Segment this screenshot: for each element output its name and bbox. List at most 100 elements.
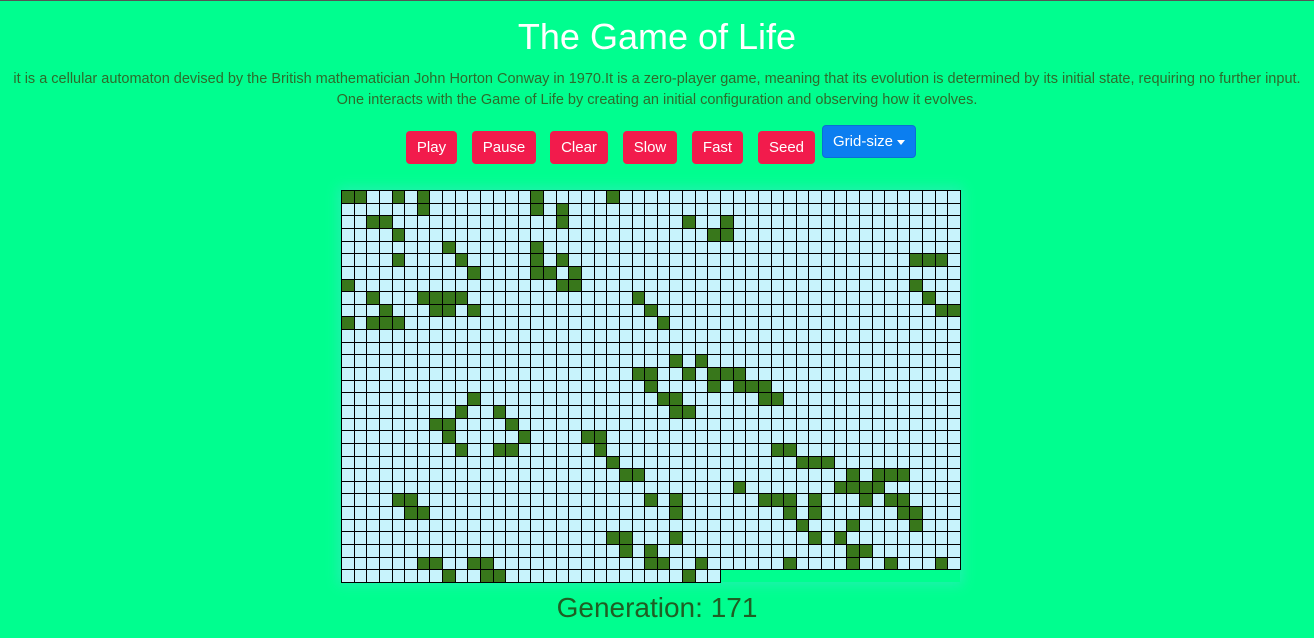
- grid-cell[interactable]: [416, 316, 431, 331]
- grid-cell[interactable]: [732, 442, 747, 457]
- grid-cell[interactable]: [416, 291, 431, 305]
- grid-cell[interactable]: [694, 493, 709, 508]
- grid-cell[interactable]: [808, 316, 823, 331]
- grid-cell[interactable]: [593, 518, 608, 533]
- grid-cell[interactable]: [543, 227, 557, 242]
- grid-cell[interactable]: [795, 367, 810, 381]
- grid-cell[interactable]: [517, 354, 532, 369]
- grid-cell[interactable]: [808, 291, 823, 305]
- grid-cell[interactable]: [555, 354, 570, 369]
- grid-cell[interactable]: [517, 367, 532, 381]
- grid-cell[interactable]: [644, 392, 658, 406]
- grid-cell[interactable]: [467, 227, 481, 242]
- grid-cell[interactable]: [808, 227, 823, 242]
- grid-cell[interactable]: [669, 544, 684, 558]
- grid-cell[interactable]: [947, 506, 961, 520]
- grid-cell[interactable]: [871, 442, 886, 457]
- grid-cell[interactable]: [669, 430, 684, 444]
- grid-cell[interactable]: [568, 379, 582, 394]
- grid-cell[interactable]: [454, 392, 469, 406]
- grid-cell[interactable]: [517, 442, 532, 457]
- grid-cell[interactable]: [821, 392, 835, 406]
- grid-cell[interactable]: [581, 404, 595, 419]
- grid-cell[interactable]: [631, 404, 646, 419]
- grid-cell[interactable]: [947, 215, 961, 229]
- grid-cell[interactable]: [884, 202, 898, 217]
- grid-cell[interactable]: [378, 480, 393, 495]
- grid-cell[interactable]: [429, 544, 444, 558]
- grid-cell[interactable]: [618, 278, 633, 293]
- grid-cell[interactable]: [821, 291, 835, 305]
- grid-cell[interactable]: [492, 291, 507, 305]
- grid-cell[interactable]: [922, 291, 936, 305]
- grid-cell[interactable]: [644, 291, 658, 305]
- grid-cell[interactable]: [707, 367, 721, 381]
- grid-cell[interactable]: [757, 404, 772, 419]
- grid-cell[interactable]: [442, 291, 456, 305]
- grid-cell[interactable]: [656, 531, 671, 546]
- grid-cell[interactable]: [732, 367, 747, 381]
- grid-cell[interactable]: [631, 341, 646, 356]
- grid-cell[interactable]: [858, 430, 873, 444]
- grid-cell[interactable]: [581, 291, 595, 305]
- grid-cell[interactable]: [947, 190, 961, 204]
- grid-cell[interactable]: [555, 278, 570, 293]
- grid-cell[interactable]: [429, 253, 444, 267]
- grid-cell[interactable]: [934, 392, 949, 406]
- grid-cell[interactable]: [454, 278, 469, 293]
- grid-cell[interactable]: [821, 480, 835, 495]
- grid-cell[interactable]: [934, 215, 949, 229]
- grid-cell[interactable]: [719, 556, 734, 571]
- grid-cell[interactable]: [530, 430, 545, 444]
- grid-cell[interactable]: [391, 278, 406, 293]
- grid-cell[interactable]: [454, 354, 469, 369]
- grid-cell[interactable]: [922, 329, 936, 343]
- grid-cell[interactable]: [391, 544, 406, 558]
- grid-cell[interactable]: [694, 556, 709, 571]
- grid-cell[interactable]: [858, 493, 873, 508]
- grid-cell[interactable]: [682, 417, 696, 432]
- grid-cell[interactable]: [947, 303, 961, 318]
- grid-cell[interactable]: [846, 468, 860, 482]
- grid-cell[interactable]: [922, 544, 936, 558]
- grid-cell[interactable]: [517, 215, 532, 229]
- grid-cell[interactable]: [795, 253, 810, 267]
- grid-cell[interactable]: [884, 341, 898, 356]
- grid-cell[interactable]: [618, 291, 633, 305]
- grid-cell[interactable]: [909, 480, 924, 495]
- grid-cell[interactable]: [429, 316, 444, 331]
- grid-cell[interactable]: [833, 392, 848, 406]
- grid-cell[interactable]: [404, 518, 418, 533]
- grid-cell[interactable]: [884, 190, 898, 204]
- grid-cell[interactable]: [934, 190, 949, 204]
- grid-cell[interactable]: [618, 227, 633, 242]
- grid-cell[interactable]: [353, 556, 368, 571]
- grid-cell[interactable]: [454, 480, 469, 495]
- grid-cell[interactable]: [429, 303, 444, 318]
- grid-cell[interactable]: [593, 227, 608, 242]
- grid-cell[interactable]: [568, 430, 582, 444]
- grid-cell[interactable]: [454, 404, 469, 419]
- grid-cell[interactable]: [543, 215, 557, 229]
- grid-cell[interactable]: [366, 190, 380, 204]
- grid-cell[interactable]: [606, 329, 620, 343]
- grid-cell[interactable]: [909, 544, 924, 558]
- grid-cell[interactable]: [391, 316, 406, 331]
- grid-cell[interactable]: [391, 417, 406, 432]
- grid-cell[interactable]: [404, 392, 418, 406]
- grid-cell[interactable]: [568, 291, 582, 305]
- grid-cell[interactable]: [757, 329, 772, 343]
- grid-cell[interactable]: [505, 392, 519, 406]
- grid-cell[interactable]: [517, 417, 532, 432]
- grid-cell[interactable]: [770, 417, 785, 432]
- grid-cell[interactable]: [896, 417, 911, 432]
- grid-cell[interactable]: [745, 354, 759, 369]
- grid-cell[interactable]: [517, 404, 532, 419]
- grid-cell[interactable]: [442, 430, 456, 444]
- grid-cell[interactable]: [922, 404, 936, 419]
- grid-cell[interactable]: [922, 227, 936, 242]
- grid-cell[interactable]: [707, 316, 721, 331]
- grid-cell[interactable]: [568, 506, 582, 520]
- grid-cell[interactable]: [429, 354, 444, 369]
- grid-cell[interactable]: [846, 392, 860, 406]
